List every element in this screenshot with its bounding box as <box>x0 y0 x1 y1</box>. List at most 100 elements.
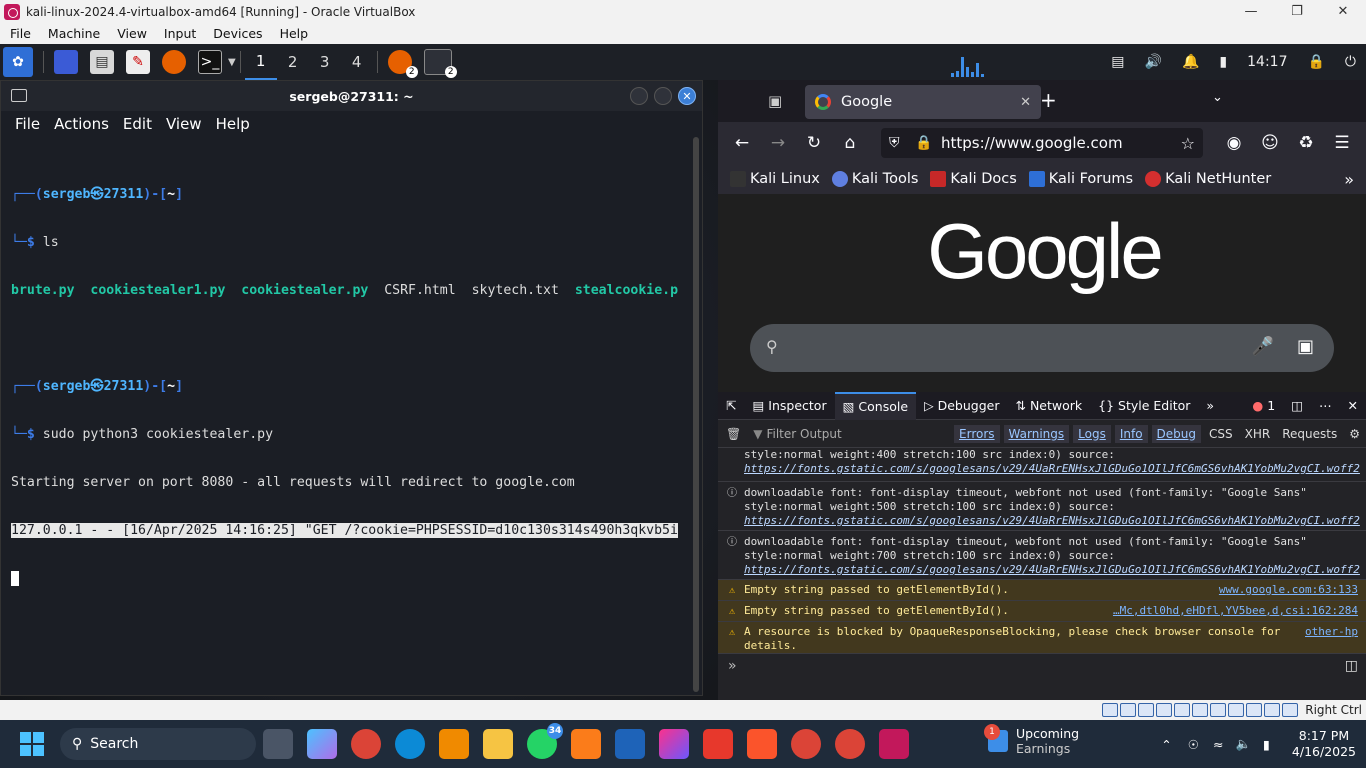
more-tabs-icon[interactable]: » <box>1198 392 1222 420</box>
chrome-profile-icon[interactable] <box>791 729 821 759</box>
workspace-2[interactable]: 2 <box>277 44 309 80</box>
warning-source-link[interactable]: …Mc,dtl0hd,eHDfl,YV5bee,d,csi:162:284 <box>1113 604 1358 618</box>
terminal-menu-actions[interactable]: Actions <box>47 115 116 133</box>
tab-close-icon[interactable]: ✕ <box>1020 95 1031 110</box>
font-source-link[interactable]: https://fonts.gstatic.com/s/googlesans/v… <box>744 563 1360 577</box>
warning-source-link[interactable]: www.google.com:63:133 <box>1219 583 1358 597</box>
firefox-icon[interactable] <box>162 50 186 74</box>
console-warning[interactable]: ⚠ Empty string passed to getElementById(… <box>718 601 1366 622</box>
bookmark-kali-nethunter[interactable]: Kali NetHunter <box>1145 171 1271 187</box>
home-button[interactable]: ⌂ <box>832 133 868 153</box>
console-warning[interactable]: ⚠ Empty string passed to getElementById(… <box>718 580 1366 601</box>
console-message[interactable]: ⓘ downloadable font: font-display timeou… <box>718 531 1366 580</box>
recording-icon[interactable] <box>1228 703 1245 717</box>
file-manager-icon[interactable]: ▤ <box>90 50 114 74</box>
tab-overview-icon[interactable]: ▣ <box>768 92 782 110</box>
filter-xhr[interactable]: XHR <box>1239 427 1277 441</box>
element-picker-icon[interactable]: ⇱ <box>718 392 744 420</box>
usb-icon[interactable] <box>1174 703 1191 717</box>
dock-icon[interactable]: ◫ <box>1283 392 1311 420</box>
disk-icon[interactable] <box>1120 703 1137 717</box>
shield-icon[interactable]: ⛨ <box>889 135 900 151</box>
sidebar-toggle-icon[interactable]: ◫ <box>1345 658 1358 674</box>
menu-view[interactable]: View <box>107 26 154 41</box>
console-message[interactable]: ⓘ downloadable font: font-display timeou… <box>718 482 1366 531</box>
terminal-menu-view[interactable]: View <box>159 115 209 133</box>
notification-bell-icon[interactable]: 🔔 <box>1182 54 1199 70</box>
tab-google[interactable]: Google ✕ <box>805 85 1041 119</box>
power-icon[interactable]: ⏻ <box>1345 54 1356 70</box>
menu-machine[interactable]: Machine <box>38 26 107 41</box>
forward-button[interactable]: → <box>760 133 796 153</box>
filter-errors[interactable]: Errors <box>954 424 1000 443</box>
google-search-box[interactable]: ⚲ 🎤 ▣ <box>750 324 1334 372</box>
terminal-window-button[interactable]: 2 <box>423 49 457 78</box>
terminal-close-button[interactable]: ✕ <box>678 87 696 105</box>
network-adapter-icon[interactable] <box>1156 703 1173 717</box>
terminal-output[interactable]: ┌──(sergeb㉿27311)-[~] └─$ ls brute.py co… <box>1 155 691 695</box>
chrome-profile-s-icon[interactable] <box>835 729 865 759</box>
speaker-icon[interactable]: 🔈 <box>1235 736 1251 752</box>
filter-requests[interactable]: Requests <box>1276 427 1343 441</box>
earnings-widget[interactable]: 1 Upcoming Earnings <box>984 724 1079 756</box>
settings-gear-icon[interactable]: ⚙ <box>1343 427 1366 441</box>
camera-icon[interactable]: ▣ <box>1297 336 1314 357</box>
restore-button[interactable]: ❐ <box>1274 0 1320 23</box>
terminal-maximize-button[interactable] <box>654 87 672 105</box>
tab-network[interactable]: ⇅ Network <box>1007 392 1090 420</box>
virtualbox-taskbar-icon[interactable] <box>879 729 909 759</box>
tab-console[interactable]: ▧ Console <box>834 391 917 420</box>
url-bar[interactable]: ⛨ 🔒 https://www.google.com ☆ <box>881 128 1203 158</box>
reload-button[interactable]: ↻ <box>796 133 832 153</box>
new-tab-button[interactable]: + <box>1040 88 1057 112</box>
workspace-1[interactable]: 1 <box>244 44 277 80</box>
terminal-menu-help[interactable]: Help <box>209 115 257 133</box>
filter-warnings[interactable]: Warnings <box>1003 424 1070 443</box>
filter-css[interactable]: CSS <box>1203 427 1239 441</box>
pocket-icon[interactable]: ◉ <box>1216 133 1252 153</box>
keyboard-icon[interactable] <box>1282 703 1299 717</box>
bookmark-star-icon[interactable]: ☆ <box>1181 134 1195 153</box>
xampp-icon[interactable] <box>571 729 601 759</box>
request-log-line[interactable]: 127.0.0.1 - - [16/Apr/2025 14:16:25] "GE… <box>11 523 691 539</box>
firefox-window-button[interactable]: 2 <box>387 50 418 78</box>
vlc-icon[interactable] <box>439 729 469 759</box>
cpu-icon[interactable] <box>1246 703 1263 717</box>
console-warning[interactable]: ⚠ A resource is blocked by OpaqueRespons… <box>718 622 1366 654</box>
terminal-minimize-button[interactable] <box>630 87 648 105</box>
lock-icon[interactable]: 🔒 <box>915 135 932 151</box>
filter-logs[interactable]: Logs <box>1073 424 1111 443</box>
font-source-link[interactable]: https://fonts.gstatic.com/s/googlesans/v… <box>744 514 1360 528</box>
tab-debugger[interactable]: ▷ Debugger <box>916 392 1007 420</box>
mouse-integration-icon[interactable] <box>1264 703 1281 717</box>
font-source-link[interactable]: https://fonts.gstatic.com/s/googlesans/v… <box>744 462 1360 476</box>
menu-help[interactable]: Help <box>270 26 316 41</box>
bookmark-kali-linux[interactable]: Kali Linux <box>730 171 820 187</box>
wifi-icon[interactable]: ≈ <box>1213 737 1223 752</box>
devtools-close-icon[interactable]: ✕ <box>1340 392 1366 420</box>
chrome-icon[interactable] <box>351 729 381 759</box>
taskbar-clock[interactable]: 8:17 PM 4/16/2025 <box>1292 728 1356 760</box>
lock-icon[interactable]: 🔒 <box>1307 54 1324 70</box>
console-message[interactable]: style:normal weight:400 stretch:100 src … <box>718 448 1366 482</box>
workspace-3[interactable]: 3 <box>309 44 341 80</box>
filter-debug[interactable]: Debug <box>1151 424 1202 443</box>
menu-file[interactable]: File <box>0 26 38 41</box>
tab-inspector[interactable]: ▤ Inspector <box>744 392 834 420</box>
error-count-badge[interactable]: ● 1 <box>1244 392 1283 420</box>
extensions-icon[interactable]: ♻ <box>1288 133 1324 153</box>
network-off-icon[interactable]: ☉ <box>1188 737 1199 752</box>
network-icon[interactable]: ▤ <box>1111 54 1124 70</box>
optical-drive-icon[interactable] <box>1102 703 1119 717</box>
menu-hamburger-icon[interactable]: ☰ <box>1324 133 1360 153</box>
terminal-scrollbar[interactable] <box>693 137 699 692</box>
audio-icon[interactable] <box>1138 703 1155 717</box>
visual-studio-icon[interactable] <box>615 729 645 759</box>
console-input[interactable]: » ◫ <box>718 654 1366 678</box>
text-editor-icon[interactable]: ✎ <box>126 50 150 74</box>
intellij-icon[interactable] <box>659 729 689 759</box>
battery-charging-icon[interactable]: ▮ <box>1263 737 1270 752</box>
file-explorer-icon[interactable] <box>483 729 513 759</box>
url-text[interactable]: https://www.google.com <box>941 134 1123 152</box>
selected-text[interactable]: 127.0.0.1 - - [16/Apr/2025 14:16:25] "GE… <box>11 523 678 538</box>
